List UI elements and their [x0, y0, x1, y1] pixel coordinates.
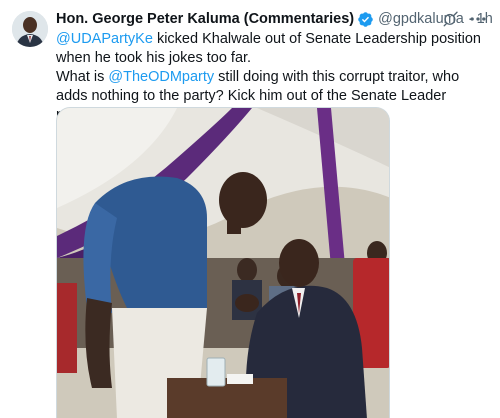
grok-icon[interactable] [442, 10, 460, 28]
mention-link[interactable]: @TheODMparty [108, 69, 214, 85]
author-avatar[interactable] [12, 11, 48, 47]
tweet-header: Hon. George Peter Kaluma (Commentaries) … [56, 9, 493, 29]
tweet-photo[interactable] [56, 107, 390, 418]
more-options-icon[interactable] [468, 9, 488, 29]
mention-link[interactable]: @UDAPartyKe [56, 31, 153, 47]
author-display-name[interactable]: Hon. George Peter Kaluma (Commentaries) [56, 11, 354, 27]
tweet-text-segment: What is [56, 69, 109, 85]
verified-badge-icon [357, 11, 374, 28]
tweet-card[interactable]: Hon. George Peter Kaluma (Commentaries) … [0, 0, 500, 418]
